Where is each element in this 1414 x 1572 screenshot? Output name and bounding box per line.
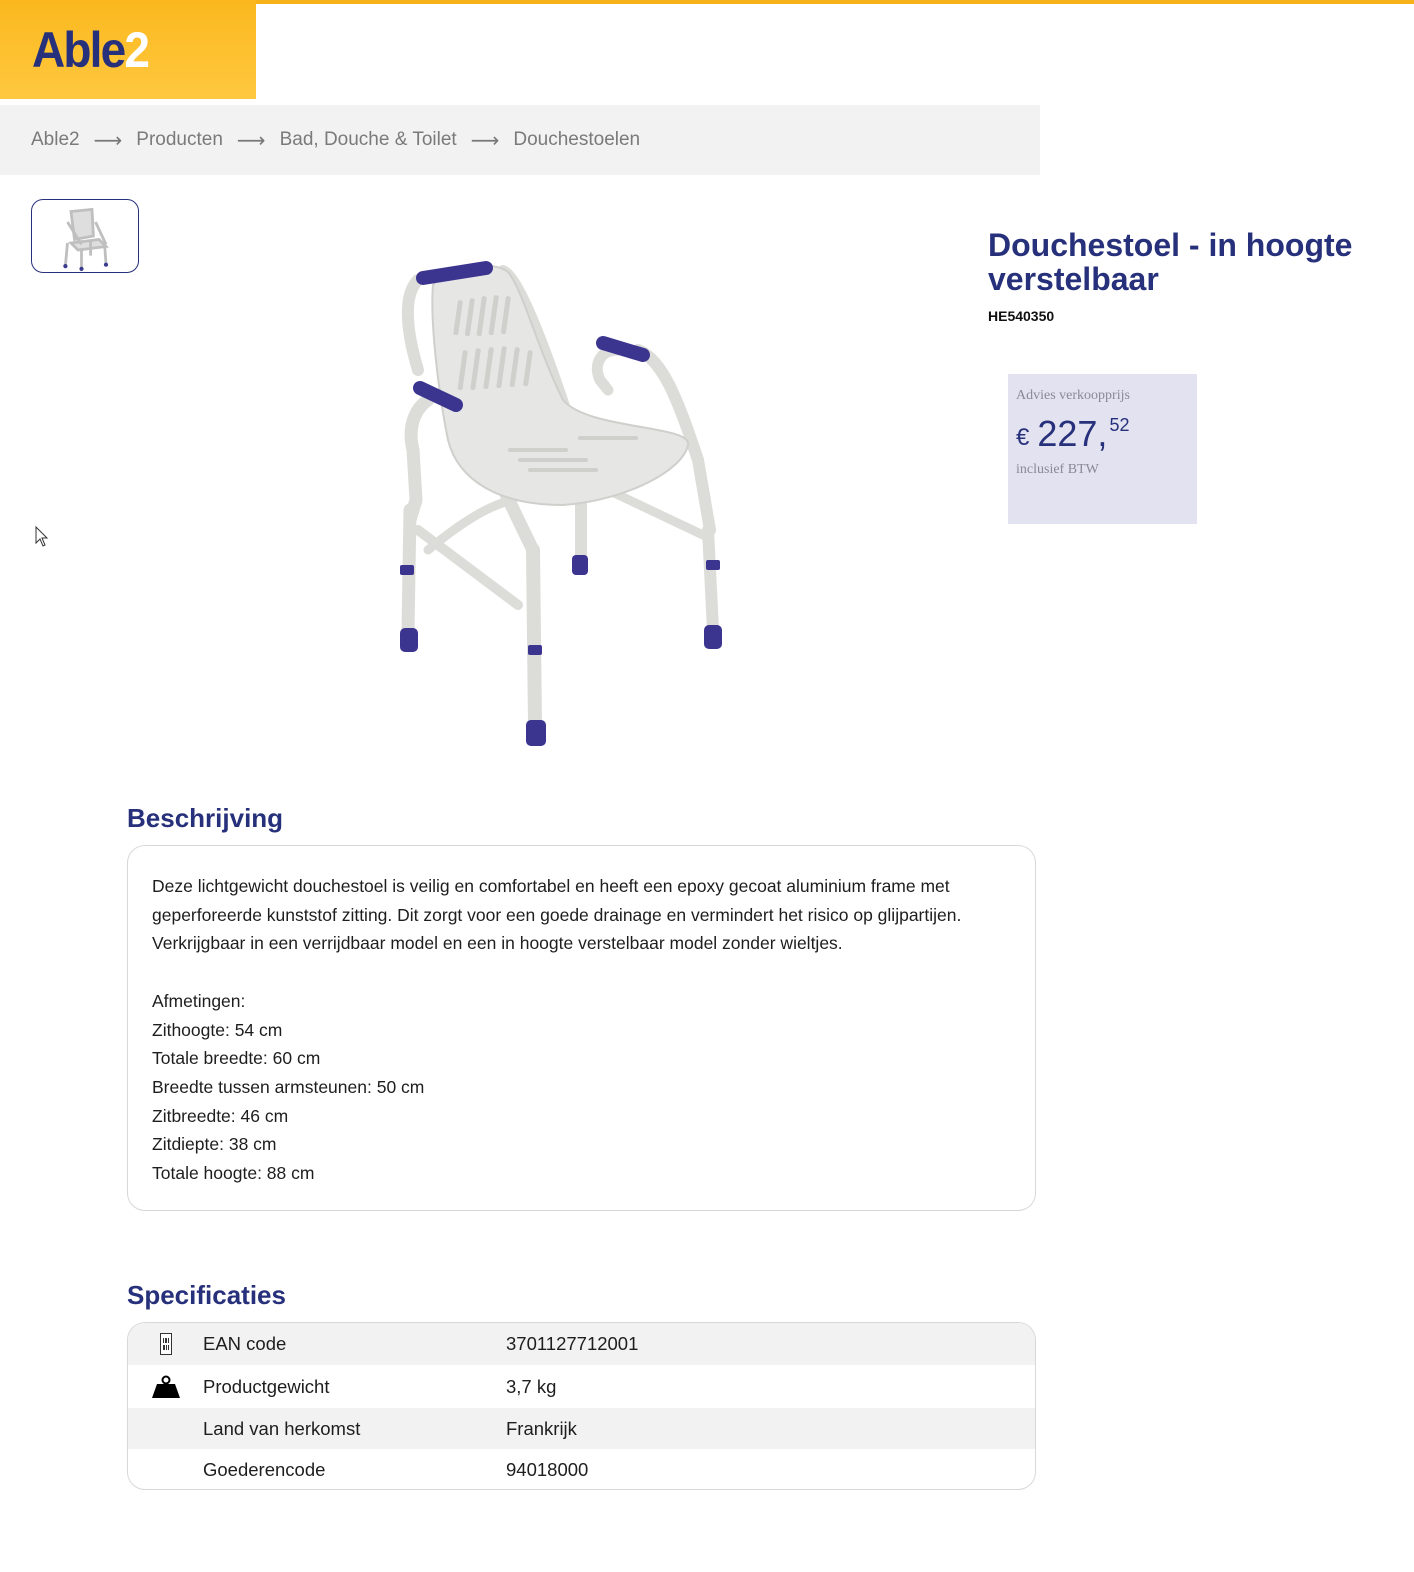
price-integer: 227,	[1037, 413, 1108, 454]
spec-name: Productgewicht	[203, 1375, 330, 1397]
shower-chair-thumbnail-icon	[63, 207, 110, 271]
spec-name: EAN code	[203, 1333, 287, 1354]
spec-value: 94018000	[506, 1459, 589, 1480]
description-box: Deze lichtgewicht douchestoel is veilig …	[127, 845, 1036, 1211]
price-value: € 227, 52	[1016, 414, 1189, 454]
price-box: Advies verkoopprijs € 227, 52 inclusief …	[1008, 374, 1197, 524]
table-row: Goederencode 94018000	[128, 1449, 1035, 1489]
shower-chair-image	[400, 261, 722, 746]
table-row: Land van herkomst Frankrijk	[128, 1408, 1035, 1449]
spec-value: 3,7 kg	[506, 1375, 557, 1397]
arrow-icon: ⟶	[93, 129, 123, 152]
product-sku: HE540350	[988, 308, 1055, 324]
table-row: EAN code 3701127712001	[128, 1323, 1035, 1365]
spec-name: Goederencode	[203, 1459, 326, 1480]
description-line: Breedte tussen armsteunen: 50 cm	[152, 1076, 425, 1097]
arrow-icon: ⟶	[470, 129, 500, 152]
breadcrumb-products[interactable]: Producten	[136, 129, 223, 151]
mouse-cursor-icon	[35, 526, 49, 547]
description-line: Zitdiepte: 38 cm	[152, 1134, 277, 1155]
spec-value: 3701127712001	[506, 1333, 639, 1354]
description-line: Totale breedte: 60 cm	[152, 1048, 321, 1069]
description-line: Zithoogte: 54 cm	[152, 1019, 283, 1040]
description-line: Zitbreedte: 46 cm	[152, 1105, 289, 1126]
arrow-icon: ⟶	[236, 129, 266, 152]
spec-value: Frankrijk	[506, 1417, 577, 1439]
product-title: Douchestoel - in hoogte verstelbaar	[988, 227, 1353, 297]
price-decimals: 52	[1109, 415, 1130, 435]
breadcrumb-home[interactable]: Able2	[31, 129, 80, 151]
description-text: Deze lichtgewicht douchestoel is veilig …	[152, 876, 962, 954]
breadcrumb-category[interactable]: Bad, Douche & Toilet	[280, 129, 457, 151]
description-title: Beschrijving	[127, 803, 284, 833]
description-line: Totale hoogte: 88 cm	[152, 1163, 315, 1184]
price-label: Advies verkoopprijs	[1016, 388, 1130, 403]
spec-name: Land van herkomst	[203, 1417, 361, 1439]
breadcrumb-subcategory[interactable]: Douchestoelen	[513, 129, 640, 151]
product-thumbnail[interactable]	[31, 199, 139, 273]
logo-number: 2	[124, 22, 150, 78]
description-line: Afmetingen:	[152, 990, 246, 1011]
specifications-title: Specificaties	[127, 1280, 286, 1310]
specifications-table: EAN code 3701127712001 Productgewicht 3,…	[127, 1322, 1036, 1490]
price-currency: €	[1016, 424, 1030, 451]
logo[interactable]: Able2	[0, 0, 256, 99]
weight-icon	[128, 1375, 203, 1399]
breadcrumb: Able2 ⟶ Producten ⟶ Bad, Douche & Toilet…	[0, 105, 1040, 175]
price-note: inclusief BTW	[1016, 462, 1099, 477]
logo-text: Able	[32, 22, 126, 78]
table-row: Productgewicht 3,7 kg	[128, 1365, 1035, 1408]
barcode-icon	[128, 1333, 203, 1355]
